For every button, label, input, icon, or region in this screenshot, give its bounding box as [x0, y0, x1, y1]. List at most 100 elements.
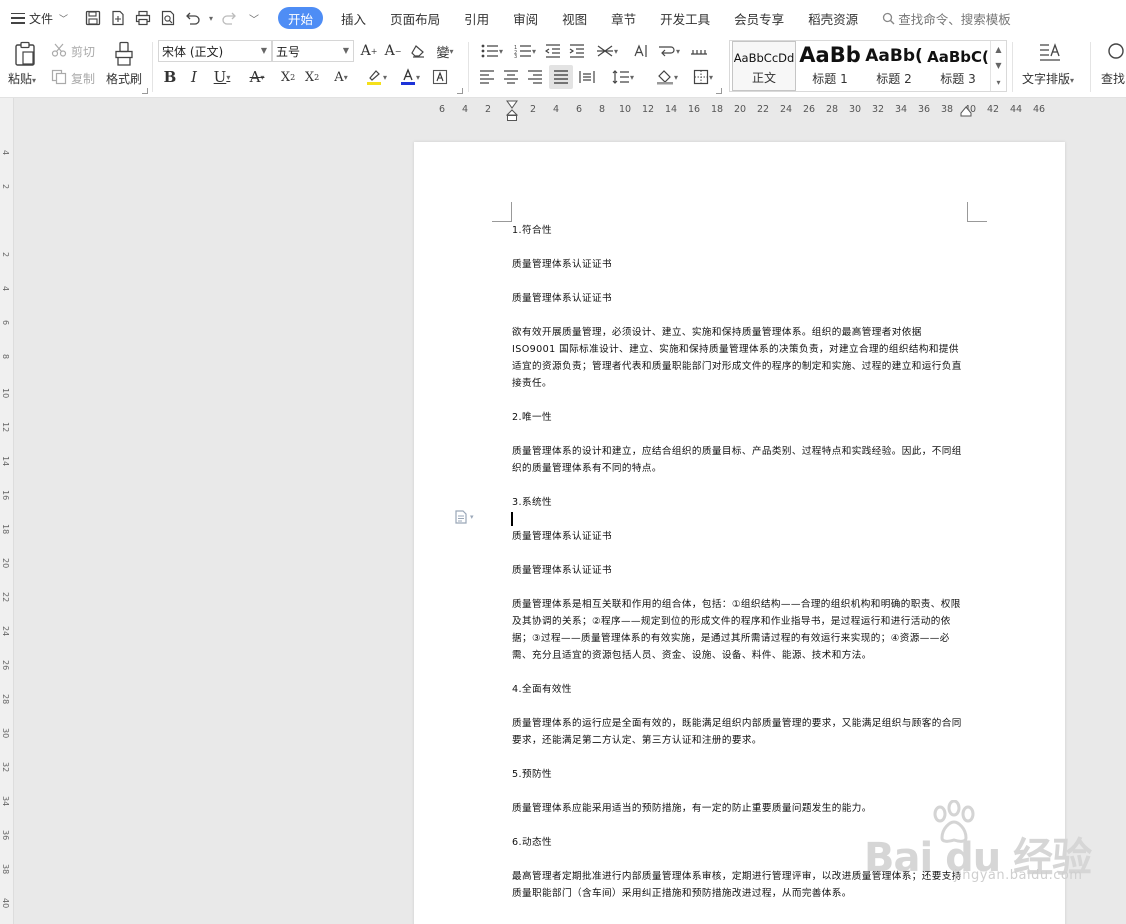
vruler-tick: 12	[1, 422, 10, 433]
undo-icon[interactable]	[182, 7, 204, 29]
find-icon[interactable]	[1104, 40, 1126, 66]
highlight-color-icon[interactable]: ▾	[362, 67, 390, 87]
underline-icon[interactable]: U ▾	[208, 67, 236, 87]
ruler-tick: 10	[618, 104, 632, 115]
vruler-tick: 20	[1, 558, 10, 569]
paragraph-launcher-icon[interactable]	[716, 88, 722, 94]
hamburger-menu-icon[interactable]	[11, 12, 25, 24]
style-heading-1[interactable]: AaBb 标题 1	[798, 41, 862, 91]
print-preview-icon[interactable]	[157, 7, 179, 29]
tab-page-layout[interactable]: 页面布局	[378, 7, 452, 29]
bold-icon[interactable]: B	[160, 67, 180, 87]
text-layout-icon[interactable]	[1037, 40, 1063, 66]
undo-dropdown-icon[interactable]: ▾	[207, 7, 215, 29]
tab-view[interactable]: 视图	[550, 7, 599, 29]
tab-review[interactable]: 审阅	[501, 7, 550, 29]
strikethrough-icon[interactable]: A ▾	[243, 67, 271, 87]
paste-label[interactable]: 粘贴	[8, 72, 32, 86]
format-painter-button[interactable]: 格式刷	[106, 70, 142, 87]
chevron-down-icon[interactable]: ▼	[995, 61, 1001, 70]
find-button[interactable]: 查找	[1101, 70, 1125, 87]
numbered-list-icon[interactable]: 1 2 3 ▾	[510, 41, 540, 61]
ruler-tick: 46	[1032, 104, 1046, 115]
print-icon[interactable]	[132, 7, 154, 29]
chinese-layout-icon[interactable]: ▾	[592, 41, 622, 61]
align-right-icon[interactable]	[525, 67, 545, 87]
tab-developer[interactable]: 开发工具	[648, 7, 722, 29]
redo-icon[interactable]	[218, 7, 240, 29]
styles-scroll[interactable]: ▲ ▼ ▾	[990, 41, 1006, 91]
ruler-tick: 20	[733, 104, 747, 115]
bullet-list-icon[interactable]: ▾	[477, 41, 507, 61]
paragraph-layout-handle[interactable]: ▾	[454, 510, 474, 524]
clipboard-launcher-icon[interactable]	[142, 88, 148, 94]
distributed-align-icon[interactable]	[577, 67, 597, 87]
align-center-icon[interactable]	[501, 67, 521, 87]
format-painter-icon[interactable]	[113, 40, 135, 68]
vruler-tick: 6	[1, 320, 10, 326]
shading-icon[interactable]: ▾	[652, 67, 682, 87]
tab-docer-resources[interactable]: 稻壳资源	[796, 7, 870, 29]
tab-home[interactable]: 开始	[278, 7, 324, 29]
decrease-indent-icon[interactable]	[543, 41, 563, 61]
phonetic-guide-icon[interactable]: 變 ▾	[432, 41, 458, 61]
vruler-tick: 4	[1, 286, 10, 292]
font-size-select[interactable]: 五号 ▼	[272, 40, 354, 62]
subscript-icon[interactable]: X2	[302, 67, 322, 87]
style-normal[interactable]: AaBbCcDd 正文	[732, 41, 796, 91]
line-break-icon[interactable]: ▾	[654, 41, 684, 61]
scissors-icon[interactable]	[50, 42, 68, 58]
copy-icon[interactable]	[50, 68, 68, 86]
borders-icon[interactable]: ▾	[688, 67, 718, 87]
cut-button[interactable]: 剪切	[71, 43, 95, 60]
font-color-icon[interactable]: ▾	[396, 67, 424, 87]
horizontal-ruler[interactable]: 6 4 2 2 4 6 8 10 12 14 16 18 20 22 24 26…	[414, 98, 1066, 122]
clear-format-icon[interactable]	[408, 41, 428, 61]
more-styles-icon[interactable]: ▾	[996, 78, 1000, 87]
copy-button[interactable]: 复制	[71, 70, 95, 87]
font-name-select[interactable]: 宋体 (正文) ▼	[158, 40, 272, 62]
tab-insert[interactable]: 插入	[329, 7, 378, 29]
doc-heading-4: 4.全面有效性	[512, 684, 572, 695]
text-effect-icon[interactable]: A ▾	[328, 67, 354, 87]
right-indent-marker[interactable]	[960, 106, 972, 118]
tab-references[interactable]: 引用	[452, 7, 501, 29]
doc-paragraph: 质量管理体系认证证书	[512, 531, 612, 542]
style-heading-3[interactable]: AaBbC( 标题 3	[926, 41, 990, 91]
chevron-up-icon[interactable]: ▲	[995, 45, 1001, 54]
style-heading-2[interactable]: AaBb( 标题 2	[862, 41, 926, 91]
paste-icon[interactable]	[12, 40, 38, 68]
vruler-tick: 2	[1, 252, 10, 258]
file-menu[interactable]: 文件 ﹀	[29, 10, 68, 27]
command-search[interactable]: 查找命令、搜索模板	[882, 9, 1011, 28]
style-heading-2-sample: AaBb(	[865, 46, 923, 66]
tab-member[interactable]: 会员专享	[722, 7, 796, 29]
export-pdf-icon[interactable]	[107, 7, 129, 29]
tab-stops-icon[interactable]	[688, 41, 710, 61]
left-indent-marker[interactable]	[506, 100, 518, 122]
shrink-font-icon[interactable]: A −	[383, 41, 403, 61]
increase-indent-icon[interactable]	[567, 41, 587, 61]
text-layout-label[interactable]: 文字排版	[1022, 72, 1070, 86]
save-icon[interactable]	[82, 7, 104, 29]
align-left-icon[interactable]	[477, 67, 497, 87]
line-spacing-icon[interactable]: ▾	[608, 67, 638, 87]
ruler-tick: 12	[641, 104, 655, 115]
text-direction-icon[interactable]	[630, 41, 650, 61]
group-divider	[468, 42, 469, 92]
ruler-tick: 2	[529, 104, 537, 115]
doc-paragraph: 质量管理体系的设计和建立，应结合组织的质量目标、产品类别、过程特点和实践经验。因…	[512, 446, 962, 474]
vertical-ruler[interactable]: 4 2 2 4 6 8 10 12 14 16 18 20 22 24 26 2…	[0, 98, 14, 924]
justify-icon[interactable]	[549, 65, 573, 89]
font-launcher-icon[interactable]	[457, 88, 463, 94]
paste-button[interactable]: 粘贴▾	[8, 70, 36, 87]
character-border-icon[interactable]	[430, 67, 450, 87]
tab-chapter[interactable]: 章节	[599, 7, 648, 29]
text-layout-button[interactable]: 文字排版▾	[1022, 70, 1074, 87]
italic-icon[interactable]: I	[184, 67, 204, 87]
customize-toolbar-icon[interactable]: ﹀	[243, 7, 265, 29]
superscript-icon[interactable]: X2	[278, 67, 298, 87]
grow-font-icon[interactable]: A +	[359, 41, 379, 61]
file-menu-label[interactable]: 文件	[29, 10, 53, 27]
crop-mark-top-left	[492, 202, 512, 222]
